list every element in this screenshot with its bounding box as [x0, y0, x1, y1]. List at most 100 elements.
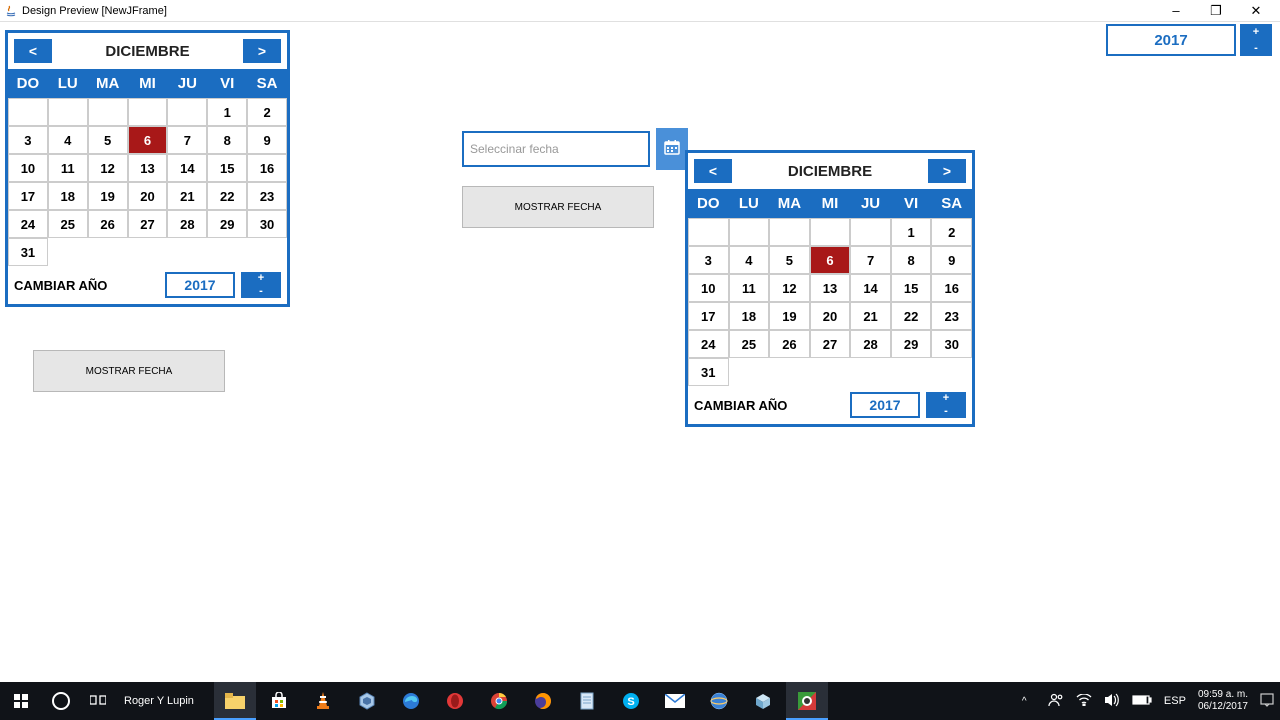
- day-cell[interactable]: 26: [88, 210, 128, 238]
- year-value[interactable]: 2017: [850, 392, 920, 418]
- calendar-icon-button[interactable]: [656, 128, 688, 170]
- battery-icon[interactable]: [1132, 695, 1152, 708]
- day-cell[interactable]: 15: [207, 154, 247, 182]
- day-cell[interactable]: 27: [128, 210, 168, 238]
- day-cell[interactable]: 7: [850, 246, 891, 274]
- box-icon[interactable]: [742, 682, 784, 720]
- day-cell[interactable]: 20: [810, 302, 851, 330]
- notifications-icon[interactable]: [1260, 693, 1274, 710]
- day-cell[interactable]: 15: [891, 274, 932, 302]
- edge-icon[interactable]: [390, 682, 432, 720]
- camtasia-icon[interactable]: [786, 682, 828, 720]
- day-cell[interactable]: 30: [247, 210, 287, 238]
- day-cell[interactable]: 27: [810, 330, 851, 358]
- day-cell[interactable]: 12: [769, 274, 810, 302]
- top-year-value[interactable]: 2017: [1106, 24, 1236, 56]
- clock[interactable]: 09:59 a. m. 06/12/2017: [1198, 689, 1248, 713]
- wifi-icon[interactable]: [1076, 694, 1092, 709]
- day-cell[interactable]: 24: [8, 210, 48, 238]
- show-date-button-left[interactable]: MOSTRAR FECHA: [33, 350, 225, 392]
- lang-indicator[interactable]: ESP: [1164, 695, 1186, 707]
- day-cell[interactable]: 25: [729, 330, 770, 358]
- next-month-button[interactable]: >: [243, 39, 281, 63]
- day-cell[interactable]: 2: [931, 218, 972, 246]
- day-cell[interactable]: 6: [810, 246, 851, 274]
- day-cell[interactable]: 22: [891, 302, 932, 330]
- day-cell[interactable]: 11: [48, 154, 88, 182]
- day-cell[interactable]: 19: [88, 182, 128, 210]
- day-cell[interactable]: 2: [247, 98, 287, 126]
- taskview-icon[interactable]: [90, 693, 106, 709]
- day-cell[interactable]: 26: [769, 330, 810, 358]
- top-year-plus-button[interactable]: +: [1240, 24, 1272, 40]
- firefox-icon[interactable]: [522, 682, 564, 720]
- year-value[interactable]: 2017: [165, 272, 235, 298]
- day-cell[interactable]: 1: [207, 98, 247, 126]
- year-plus-button[interactable]: +: [926, 392, 966, 405]
- globe-icon[interactable]: [698, 682, 740, 720]
- people-icon[interactable]: [1048, 693, 1064, 710]
- day-cell[interactable]: 16: [247, 154, 287, 182]
- day-cell[interactable]: 17: [8, 182, 48, 210]
- volume-icon[interactable]: [1104, 693, 1120, 710]
- day-cell[interactable]: 8: [891, 246, 932, 274]
- cortana-icon[interactable]: [52, 692, 70, 710]
- opera-icon[interactable]: [434, 682, 476, 720]
- day-cell[interactable]: 9: [931, 246, 972, 274]
- year-plus-button[interactable]: +: [241, 272, 281, 285]
- day-cell[interactable]: 14: [850, 274, 891, 302]
- day-cell[interactable]: 22: [207, 182, 247, 210]
- year-minus-button[interactable]: -: [241, 285, 281, 298]
- day-cell[interactable]: 7: [167, 126, 207, 154]
- day-cell[interactable]: 8: [207, 126, 247, 154]
- file-explorer-icon[interactable]: [214, 682, 256, 720]
- day-cell[interactable]: 3: [688, 246, 729, 274]
- day-cell[interactable]: 16: [931, 274, 972, 302]
- minimize-button[interactable]: –: [1156, 1, 1196, 21]
- day-cell[interactable]: 9: [247, 126, 287, 154]
- day-cell[interactable]: 25: [48, 210, 88, 238]
- close-button[interactable]: ✕: [1236, 1, 1276, 21]
- day-cell[interactable]: 1: [891, 218, 932, 246]
- store-icon[interactable]: [258, 682, 300, 720]
- top-year-minus-button[interactable]: -: [1240, 40, 1272, 56]
- day-cell[interactable]: 18: [48, 182, 88, 210]
- day-cell[interactable]: 10: [8, 154, 48, 182]
- day-cell[interactable]: 17: [688, 302, 729, 330]
- day-cell[interactable]: 28: [167, 210, 207, 238]
- year-minus-button[interactable]: -: [926, 405, 966, 418]
- day-cell[interactable]: 30: [931, 330, 972, 358]
- prev-month-button[interactable]: <: [694, 159, 732, 183]
- day-cell[interactable]: 28: [850, 330, 891, 358]
- day-cell[interactable]: 29: [207, 210, 247, 238]
- day-cell[interactable]: 12: [88, 154, 128, 182]
- day-cell[interactable]: 10: [688, 274, 729, 302]
- date-input[interactable]: [462, 131, 650, 167]
- chrome-icon[interactable]: [478, 682, 520, 720]
- show-date-button-center[interactable]: MOSTRAR FECHA: [462, 186, 654, 228]
- day-cell[interactable]: 21: [850, 302, 891, 330]
- vlc-icon[interactable]: [302, 682, 344, 720]
- prev-month-button[interactable]: <: [14, 39, 52, 63]
- day-cell[interactable]: 19: [769, 302, 810, 330]
- notepad-icon[interactable]: [566, 682, 608, 720]
- day-cell[interactable]: 29: [891, 330, 932, 358]
- skype-icon[interactable]: S: [610, 682, 652, 720]
- netbeans-icon[interactable]: [346, 682, 388, 720]
- day-cell[interactable]: 23: [931, 302, 972, 330]
- day-cell[interactable]: 3: [8, 126, 48, 154]
- day-cell[interactable]: 21: [167, 182, 207, 210]
- day-cell[interactable]: 13: [810, 274, 851, 302]
- day-cell[interactable]: 20: [128, 182, 168, 210]
- day-cell[interactable]: 31: [8, 238, 48, 266]
- day-cell[interactable]: 31: [688, 358, 729, 386]
- maximize-button[interactable]: ❐: [1196, 1, 1236, 21]
- day-cell[interactable]: 5: [769, 246, 810, 274]
- day-cell[interactable]: 23: [247, 182, 287, 210]
- next-month-button[interactable]: >: [928, 159, 966, 183]
- start-button[interactable]: [0, 694, 42, 708]
- day-cell[interactable]: 24: [688, 330, 729, 358]
- day-cell[interactable]: 13: [128, 154, 168, 182]
- mail-icon[interactable]: [654, 682, 696, 720]
- day-cell[interactable]: 18: [729, 302, 770, 330]
